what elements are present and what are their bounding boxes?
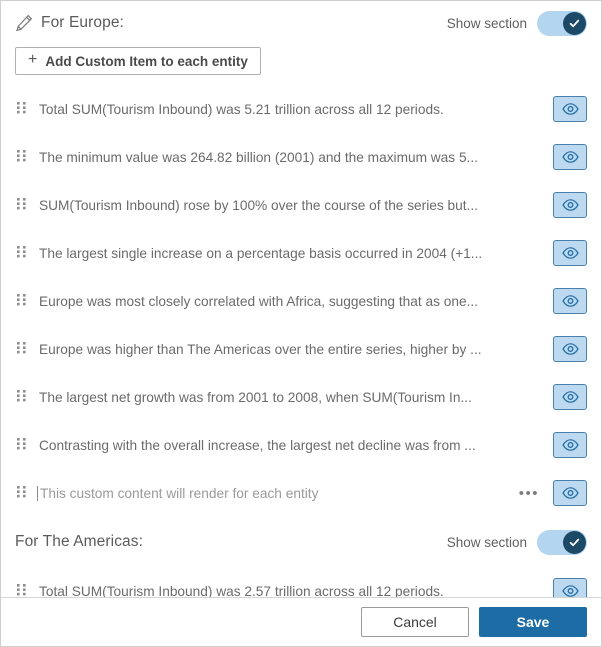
plus-icon: + bbox=[28, 51, 38, 68]
add-custom-item-row: + Add Custom Item to each entity bbox=[1, 45, 601, 85]
drag-handle-icon[interactable] bbox=[15, 582, 29, 597]
list-item[interactable]: The minimum value was 264.82 billion (20… bbox=[1, 133, 601, 181]
toggle-knob bbox=[563, 11, 586, 35]
eye-icon bbox=[561, 199, 579, 211]
eye-icon bbox=[561, 487, 579, 499]
sections-scroll-area[interactable]: For Europe: Show section + Add Custom It… bbox=[1, 1, 601, 597]
section-for-the-americas: For The Americas: Show section Total SUM… bbox=[1, 517, 601, 597]
list-item[interactable]: The largest net growth was from 2001 to … bbox=[1, 373, 601, 421]
drag-handle-icon[interactable] bbox=[15, 148, 29, 166]
show-section-toggle[interactable] bbox=[537, 529, 587, 555]
list-item-custom-content[interactable]: This custom content will render for each… bbox=[1, 469, 601, 517]
eye-icon bbox=[561, 391, 579, 403]
eye-icon bbox=[561, 151, 579, 163]
drag-handle-icon[interactable] bbox=[15, 388, 29, 406]
eye-icon bbox=[561, 247, 579, 259]
drag-handle-icon[interactable] bbox=[15, 292, 29, 310]
list-item[interactable]: Contrasting with the overall increase, t… bbox=[1, 421, 601, 469]
list-item-text: Europe was most closely correlated with … bbox=[39, 293, 478, 309]
visibility-toggle-button[interactable] bbox=[553, 144, 587, 170]
visibility-toggle-button[interactable] bbox=[553, 432, 587, 458]
visibility-toggle-button[interactable] bbox=[553, 336, 587, 362]
section-header: For The Americas: Show section bbox=[1, 517, 601, 567]
eye-icon bbox=[561, 103, 579, 115]
list-item[interactable]: Total SUM(Tourism Inbound) was 5.21 tril… bbox=[1, 85, 601, 133]
save-button[interactable]: Save bbox=[479, 607, 587, 637]
show-section-label: Show section bbox=[446, 15, 527, 31]
eye-icon bbox=[561, 295, 579, 307]
list-item-text: The largest net growth was from 2001 to … bbox=[39, 389, 472, 405]
list-item[interactable]: The largest single increase on a percent… bbox=[1, 229, 601, 277]
more-options-icon[interactable]: ••• bbox=[519, 486, 539, 501]
toggle-knob bbox=[563, 530, 586, 554]
pencil-icon[interactable] bbox=[15, 14, 33, 32]
drag-handle-icon[interactable] bbox=[15, 100, 29, 118]
section-header: For Europe: Show section bbox=[1, 1, 601, 45]
section-title: For Europe: bbox=[41, 14, 124, 31]
eye-icon bbox=[561, 439, 579, 451]
visibility-toggle-button[interactable] bbox=[553, 288, 587, 314]
list-item-text: Europe was higher than The Americas over… bbox=[39, 341, 482, 357]
custom-content-input[interactable]: This custom content will render for each… bbox=[37, 485, 519, 501]
list-item[interactable]: SUM(Tourism Inbound) rose by 100% over t… bbox=[1, 181, 601, 229]
list-item[interactable]: Europe was higher than The Americas over… bbox=[1, 325, 601, 373]
drag-handle-icon[interactable] bbox=[15, 196, 29, 214]
list-item-text: The largest single increase on a percent… bbox=[39, 245, 483, 261]
list-item[interactable]: Total SUM(Tourism Inbound) was 2.57 tril… bbox=[1, 567, 601, 597]
add-custom-item-button[interactable]: + Add Custom Item to each entity bbox=[15, 47, 261, 75]
section-title: For The Americas: bbox=[15, 533, 144, 550]
visibility-toggle-button[interactable] bbox=[553, 240, 587, 266]
list-item-text: SUM(Tourism Inbound) rose by 100% over t… bbox=[39, 197, 478, 213]
show-section-toggle[interactable] bbox=[537, 10, 587, 36]
visibility-toggle-button[interactable] bbox=[553, 578, 587, 597]
visibility-toggle-button[interactable] bbox=[553, 192, 587, 218]
check-icon bbox=[569, 538, 580, 546]
cancel-button[interactable]: Cancel bbox=[361, 607, 469, 637]
eye-icon bbox=[561, 585, 579, 597]
check-icon bbox=[569, 19, 580, 27]
visibility-toggle-button[interactable] bbox=[553, 480, 587, 506]
visibility-toggle-button[interactable] bbox=[553, 96, 587, 122]
drag-handle-icon[interactable] bbox=[15, 436, 29, 454]
list-item-text: The minimum value was 264.82 billion (20… bbox=[39, 149, 478, 165]
eye-icon bbox=[561, 343, 579, 355]
list-item-text: Contrasting with the overall increase, t… bbox=[39, 437, 476, 453]
drag-handle-icon[interactable] bbox=[15, 484, 29, 502]
drag-handle-icon[interactable] bbox=[15, 340, 29, 358]
edit-content-dialog: For Europe: Show section + Add Custom It… bbox=[0, 0, 602, 647]
list-item-text: Total SUM(Tourism Inbound) was 2.57 tril… bbox=[39, 583, 444, 598]
add-custom-item-label: Add Custom Item to each entity bbox=[45, 53, 248, 69]
dialog-footer: Cancel Save bbox=[1, 597, 601, 646]
list-item[interactable]: Europe was most closely correlated with … bbox=[1, 277, 601, 325]
show-section-label: Show section bbox=[446, 534, 527, 550]
visibility-toggle-button[interactable] bbox=[553, 384, 587, 410]
section-for-europe: For Europe: Show section + Add Custom It… bbox=[1, 1, 601, 517]
list-item-text: Total SUM(Tourism Inbound) was 5.21 tril… bbox=[39, 101, 444, 117]
drag-handle-icon[interactable] bbox=[15, 244, 29, 262]
